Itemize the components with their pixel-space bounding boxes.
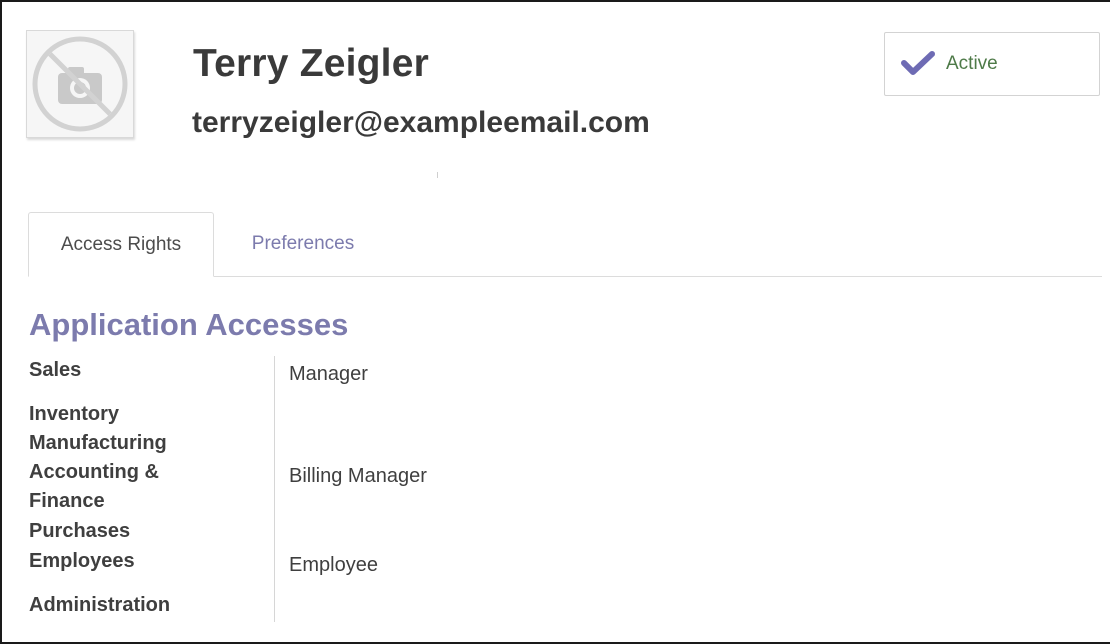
user-name[interactable]: Terry Zeigler (193, 42, 429, 86)
user-email[interactable]: terryzeigler@exampleemail.com (192, 106, 650, 140)
check-icon (901, 50, 935, 81)
access-label-employees: Employees (29, 550, 135, 572)
access-value-accounting[interactable]: Billing Manager (289, 462, 427, 491)
access-label-accounting: Accounting & Finance (29, 461, 159, 512)
section-title: Application Accesses (29, 307, 349, 342)
user-form: Terry Zeigler terryzeigler@exampleemail.… (0, 0, 1110, 644)
access-label-administration: Administration (29, 594, 171, 616)
no-photo-icon (32, 36, 128, 132)
access-label-purchases: Purchases (29, 520, 131, 542)
access-label-sales: Sales (29, 359, 82, 381)
form-tabs: Access Rights Preferences (28, 212, 1102, 278)
tab-preferences[interactable]: Preferences (218, 212, 388, 277)
access-label-manufacturing: Manufacturing (29, 432, 167, 454)
tab-access-rights[interactable]: Access Rights (28, 212, 214, 277)
active-toggle-button[interactable]: Active (884, 32, 1100, 96)
column-divider (274, 356, 275, 622)
access-value-employees[interactable]: Employee (289, 551, 378, 580)
field-marker (437, 172, 438, 178)
avatar[interactable] (26, 30, 134, 138)
status-label: Active (946, 53, 998, 74)
access-value-sales[interactable]: Manager (289, 360, 368, 389)
access-label-inventory: Inventory (29, 403, 120, 425)
